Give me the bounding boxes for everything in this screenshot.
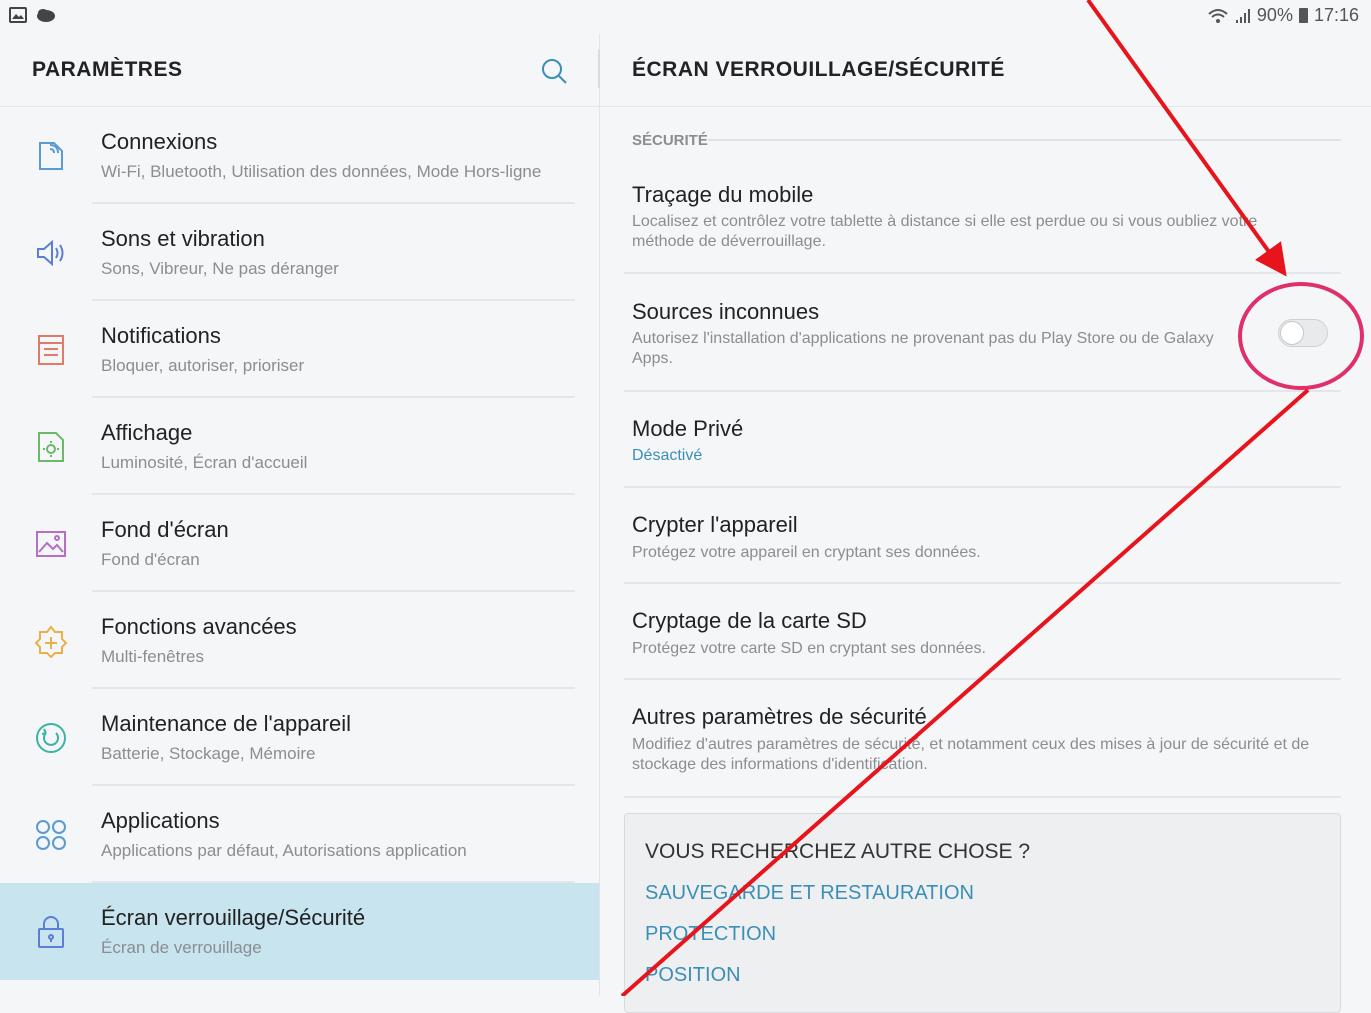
sidebar-item-subtitle: Multi-fenêtres <box>101 647 204 666</box>
search-button[interactable] <box>539 56 569 86</box>
sidebar-item-title: Fond d'écran <box>101 517 229 542</box>
setting-title: Autres paramètres de sécurité <box>632 704 927 729</box>
setting-subtitle: Protégez votre carte SD en cryptant ses … <box>632 640 986 657</box>
wallpaper-icon <box>36 531 66 557</box>
sidebar-item-connexions[interactable]: Connexions Wi-Fi, Bluetooth, Utilisation… <box>0 107 599 204</box>
sidebar-item-fond-ecran[interactable]: Fond d'écran Fond d'écran <box>0 495 599 592</box>
setting-sources-inconnues[interactable]: Sources inconnues Autorisez l'installati… <box>624 274 1341 392</box>
search-icon <box>542 59 567 84</box>
sources-inconnues-toggle[interactable] <box>1278 319 1328 347</box>
sidebar-item-fonctions-avancees[interactable]: Fonctions avancées Multi-fenêtres <box>0 592 599 689</box>
divider <box>624 796 1341 798</box>
sidebar-item-ecran-verrouillage[interactable]: Écran verrouillage/Sécurité Écran de ver… <box>0 883 599 980</box>
sidebar-item-subtitle: Wi-Fi, Bluetooth, Utilisation des donnée… <box>101 162 542 181</box>
setting-cryptage-carte-sd[interactable]: Cryptage de la carte SD Protégez votre c… <box>624 584 1341 680</box>
suggestion-link-position[interactable]: POSITION <box>645 964 741 987</box>
toggle-knob <box>1280 321 1304 345</box>
suggestions-box: VOUS RECHERCHEZ AUTRE CHOSE ? SAUVEGARDE… <box>624 813 1341 1013</box>
advanced-features-icon <box>34 625 68 658</box>
sidebar-item-applications[interactable]: Applications Applications par défaut, Au… <box>0 786 599 883</box>
battery-percent: 90% <box>1256 5 1293 25</box>
sidebar-item-notifications[interactable]: Notifications Bloquer, autoriser, priori… <box>0 301 599 398</box>
sidebar-item-title: Fonctions avancées <box>101 614 297 639</box>
sidebar-item-subtitle: Bloquer, autoriser, prioriser <box>101 356 305 375</box>
sidebar-item-subtitle: Batterie, Stockage, Mémoire <box>101 744 316 763</box>
sidebar-item-subtitle: Applications par défaut, Autorisations a… <box>101 841 467 860</box>
setting-autres-parametres-securite[interactable]: Autres paramètres de sécurité Modifiez d… <box>624 680 1341 798</box>
header-divider <box>600 106 1371 107</box>
clock: 17:16 <box>1313 5 1359 25</box>
detail-title: ÉCRAN VERROUILLAGE/SÉCURITÉ <box>632 58 1005 81</box>
wifi-icon <box>1208 8 1228 23</box>
sidebar-item-subtitle: Sons, Vibreur, Ne pas déranger <box>101 259 339 278</box>
setting-status: Désactivé <box>632 447 703 464</box>
sidebar-item-sons-vibration[interactable]: Sons et vibration Sons, Vibreur, Ne pas … <box>0 204 599 301</box>
apps-icon <box>36 820 66 850</box>
setting-subtitle: Autorisez l'installation d'applications … <box>632 330 1214 367</box>
setting-title: Cryptage de la carte SD <box>632 608 867 633</box>
setting-title: Sources inconnues <box>632 299 820 324</box>
sound-icon <box>37 239 64 267</box>
suggestion-link-protection[interactable]: PROTECTION <box>645 923 776 946</box>
sidebar-item-title: Applications <box>101 808 220 833</box>
page-title: PARAMÈTRES <box>32 58 183 81</box>
setting-subtitle: Modifiez d'autres paramètres de sécurité… <box>632 736 1310 773</box>
sidebar-item-subtitle: Fond d'écran <box>101 550 200 569</box>
setting-subtitle: Protégez votre appareil en cryptant ses … <box>632 544 981 561</box>
sidebar-item-subtitle: Luminosité, Écran d'accueil <box>101 453 308 472</box>
suggestion-link-sauvegarde[interactable]: SAUVEGARDE ET RESTAURATION <box>645 882 974 905</box>
sidebar-item-title: Maintenance de l'appareil <box>101 711 352 736</box>
setting-crypter-appareil[interactable]: Crypter l'appareil Protégez votre appare… <box>624 488 1341 584</box>
status-bar-left <box>9 7 57 23</box>
sidebar-item-maintenance[interactable]: Maintenance de l'appareil Batterie, Stoc… <box>0 689 599 786</box>
image-icon <box>9 7 27 23</box>
setting-tracage-mobile[interactable]: Traçage du mobile Localisez et contrôlez… <box>624 164 1341 274</box>
sidebar-item-title: Connexions <box>101 129 218 154</box>
status-bar-right: 90% 17:16 <box>1207 5 1359 26</box>
signal-icon <box>1235 8 1250 23</box>
lock-icon <box>38 916 64 948</box>
sidebar-item-title: Écran verrouillage/Sécurité <box>101 905 366 930</box>
device-maintenance-icon <box>36 723 66 753</box>
sidebar-item-title: Notifications <box>101 323 221 348</box>
setting-mode-prive[interactable]: Mode Privé Désactivé <box>624 392 1341 488</box>
sidebar-item-title: Affichage <box>101 420 193 445</box>
setting-title: Traçage du mobile <box>632 182 814 207</box>
notifications-icon <box>38 335 64 365</box>
setting-title: Mode Privé <box>632 416 744 441</box>
settings-header: PARAMÈTRES <box>0 34 599 107</box>
section-line <box>708 139 1341 141</box>
battery-icon <box>1298 8 1308 23</box>
suggestions-title: VOUS RECHERCHEZ AUTRE CHOSE ? <box>645 840 1031 863</box>
setting-title: Crypter l'appareil <box>632 512 798 537</box>
cloud-icon <box>37 9 55 22</box>
display-icon <box>38 432 64 462</box>
sidebar-item-subtitle: Écran de verrouillage <box>101 938 262 957</box>
sidebar-item-affichage[interactable]: Affichage Luminosité, Écran d'accueil <box>0 398 599 495</box>
connections-icon <box>39 142 63 170</box>
sidebar-item-title: Sons et vibration <box>101 226 265 251</box>
setting-subtitle: Localisez et contrôlez votre tablette à … <box>632 213 1258 250</box>
settings-list-pane: PARAMÈTRES Connexions Wi-Fi, Bluetooth, … <box>0 34 599 996</box>
section-label: SÉCURITÉ <box>632 132 708 149</box>
security-detail-pane: ÉCRAN VERROUILLAGE/SÉCURITÉ SÉCURITÉ Tra… <box>600 34 1371 1013</box>
status-bar: 90% 17:16 <box>0 0 1371 34</box>
